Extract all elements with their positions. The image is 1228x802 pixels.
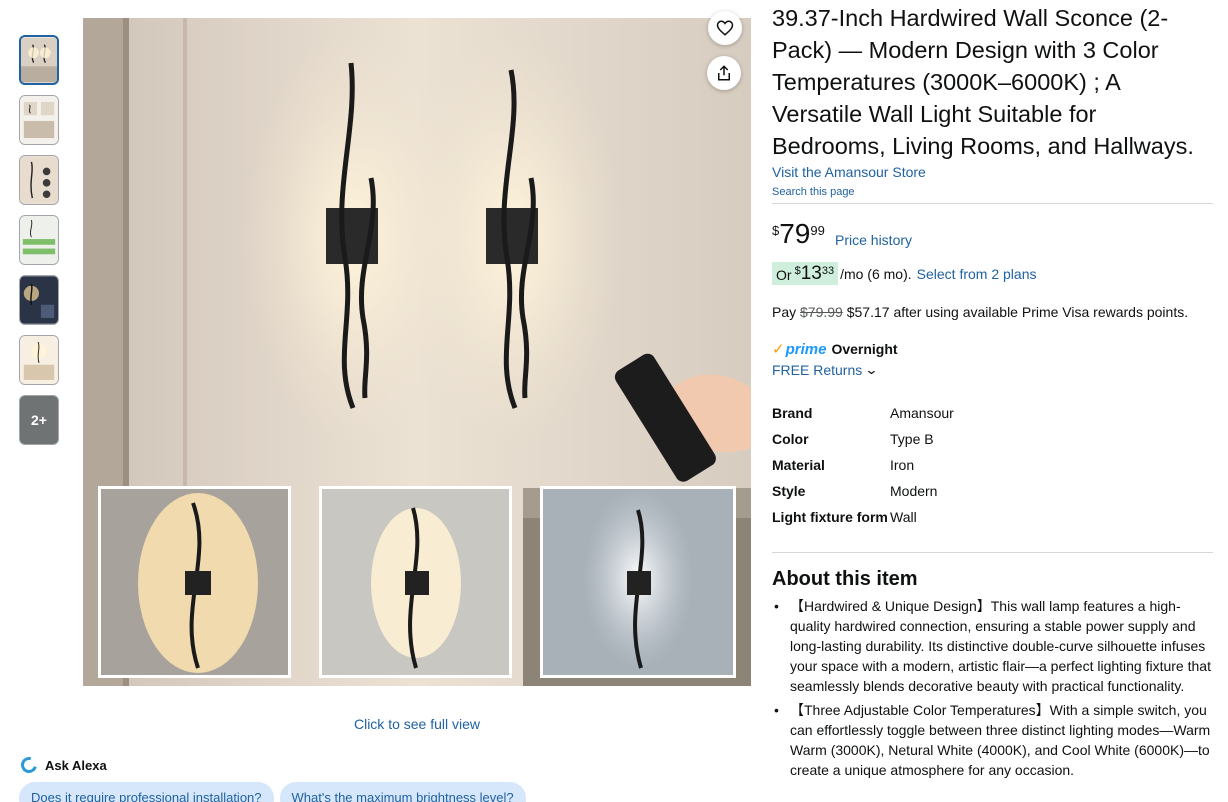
alexa-icon bbox=[18, 754, 40, 776]
product-specs-table: Brand Amansour Color Type B Material Iro… bbox=[772, 403, 1072, 533]
price-fraction: 99 bbox=[810, 223, 825, 238]
divider bbox=[772, 203, 1213, 204]
thumbnail-more[interactable]: 2+ bbox=[19, 395, 59, 445]
spec-value: Iron bbox=[890, 457, 915, 473]
thumbnail-strip: 2+ bbox=[19, 35, 59, 455]
price: $ 79 99 bbox=[772, 218, 825, 250]
search-this-page-link[interactable]: Search this page bbox=[772, 186, 855, 198]
spec-key: Style bbox=[772, 483, 806, 499]
share-icon bbox=[718, 65, 730, 81]
main-product-image[interactable] bbox=[83, 18, 751, 686]
spec-value: Amansour bbox=[890, 405, 954, 421]
thumbnail-6[interactable] bbox=[19, 335, 59, 385]
spec-row: Light fixture form Wall bbox=[772, 507, 1072, 527]
spec-row: Material Iron bbox=[772, 455, 1072, 475]
product-title: 39.37-Inch Hardwired Wall Sconce (2-Pack… bbox=[772, 5, 1194, 159]
installment-badge: Or $ 13 33 bbox=[772, 262, 839, 285]
spec-value: Modern bbox=[890, 483, 938, 499]
spec-key: Brand bbox=[772, 405, 813, 421]
chevron-down-icon: ⌄ bbox=[864, 362, 879, 377]
price-symbol: $ bbox=[772, 223, 780, 238]
wishlist-heart-button[interactable] bbox=[708, 11, 742, 45]
prime-logo: prime bbox=[785, 340, 827, 358]
about-this-item-heading: About this item bbox=[772, 568, 918, 590]
free-returns-label: FREE Returns bbox=[772, 362, 863, 378]
monthly-period: /mo (6 mo). bbox=[840, 265, 912, 282]
thumbnail-1[interactable] bbox=[19, 35, 59, 85]
rewards-offer: Pay $79.99 $57.17 after using available … bbox=[772, 304, 1188, 320]
about-bullet: 【Three Adjustable Color Temperatures】Wit… bbox=[772, 700, 1212, 780]
share-button[interactable] bbox=[707, 56, 741, 90]
ask-alexa-section: Ask Alexa bbox=[18, 754, 107, 776]
store-link[interactable]: Visit the Amansour Store bbox=[772, 164, 926, 180]
thumbnail-2[interactable] bbox=[19, 95, 59, 145]
more-thumbnails-label: 2+ bbox=[31, 412, 47, 428]
price-history-link[interactable]: Price history bbox=[835, 232, 912, 248]
prime-delivery: ✓ prime Overnight bbox=[772, 340, 898, 359]
spec-key: Color bbox=[772, 431, 809, 447]
thumbnail-5[interactable] bbox=[19, 275, 59, 325]
original-price: $79.99 bbox=[800, 304, 843, 320]
price-whole: 79 bbox=[779, 218, 811, 249]
or-label: Or bbox=[776, 267, 792, 283]
spec-value: Type B bbox=[890, 431, 934, 447]
alexa-question-chip[interactable]: What's the maximum brightness level? bbox=[279, 782, 526, 802]
spec-row: Brand Amansour bbox=[772, 403, 1072, 423]
thumbnail-4[interactable] bbox=[19, 215, 59, 265]
delivery-speed: Overnight bbox=[831, 341, 898, 357]
monthly-payment: Or $ 13 33 /mo (6 mo). Select from 2 pla… bbox=[772, 262, 1037, 285]
monthly-whole: 13 bbox=[800, 263, 822, 284]
prime-check-icon: ✓ bbox=[772, 341, 785, 358]
pay-label: Pay bbox=[772, 304, 797, 320]
divider bbox=[772, 552, 1213, 553]
thumbnail-3[interactable] bbox=[19, 155, 59, 205]
spec-key: Material bbox=[772, 457, 825, 473]
alexa-question-chips: Does it require professional installatio… bbox=[19, 782, 526, 802]
ask-alexa-label: Ask Alexa bbox=[45, 757, 107, 773]
about-bullets: 【Hardwired & Unique Design】This wall lam… bbox=[772, 596, 1212, 784]
alexa-question-chip[interactable]: Does it require professional installatio… bbox=[19, 782, 274, 802]
spec-row: Style Modern bbox=[772, 481, 1072, 501]
spec-key: Light fixture form bbox=[772, 509, 888, 525]
full-view-link[interactable]: Click to see full view bbox=[83, 716, 751, 732]
spec-value: Wall bbox=[890, 509, 917, 525]
rewards-text: $57.17 after using available Prime Visa … bbox=[846, 304, 1189, 320]
select-plans-link[interactable]: Select from 2 plans bbox=[917, 266, 1037, 282]
free-returns-link[interactable]: FREE Returns ⌄ bbox=[772, 362, 879, 378]
monthly-fraction: 33 bbox=[821, 265, 835, 277]
heart-icon bbox=[716, 20, 734, 36]
spec-row: Color Type B bbox=[772, 429, 1072, 449]
about-bullet: 【Hardwired & Unique Design】This wall lam… bbox=[772, 596, 1212, 696]
